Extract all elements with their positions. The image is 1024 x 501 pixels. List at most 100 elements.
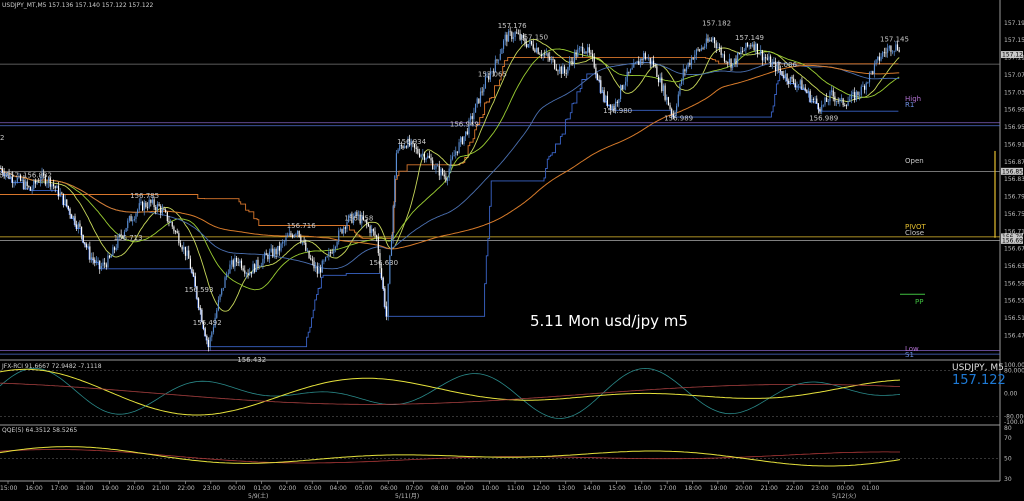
price-label: 156.989 [664,114,693,122]
candle-body [585,51,587,53]
time-tick: 04:00 [330,485,347,492]
candle-body [722,54,724,56]
candle-body [249,272,251,276]
candle-body [652,60,655,66]
candle-body [544,53,546,55]
candle-body [170,222,172,223]
candle-body [71,214,73,219]
candle-body [417,148,419,154]
candle-body [605,95,607,102]
candle-body [882,52,884,57]
candle-body [471,116,473,119]
main-header: USDJPY_MT,M5 157.136 157.140 157.122 157… [2,2,154,9]
price-tick: 156.795 [1004,194,1024,201]
candle-body [723,54,726,62]
candle-body [496,59,498,61]
candle-body [127,220,129,229]
candle-body [804,87,806,91]
candle-body [578,47,580,50]
candle-body [231,260,233,265]
candle-body [842,98,844,106]
candle-body [633,63,635,68]
candle-body [707,38,709,42]
candle-body [821,105,823,112]
candle-body [57,185,60,196]
price-label: 157.150 [519,33,548,41]
candle-body [435,165,437,169]
candle-body [384,288,386,307]
candle-body [56,185,58,189]
candle-body [868,72,871,83]
candle-body [133,219,135,221]
candle-body [303,242,305,243]
candle-body [171,222,173,227]
candle-body [33,180,35,189]
candle-body [710,39,712,41]
candle-body [193,272,195,277]
candle-body [639,58,641,65]
candle-body [572,61,574,64]
candle-body [168,221,170,223]
candle-body [105,264,107,268]
qqe-header: QQE(5) 64.3512 58.5265 [2,427,77,434]
candle-body [313,260,315,269]
candle-body [151,199,154,203]
candle-body [425,157,427,160]
candle-body [184,246,187,256]
candle-body [232,260,234,267]
candle-body [165,209,167,212]
candle-body [146,206,149,208]
price-label: 156.432 [237,356,266,364]
candle-body [892,51,894,53]
price-tick: 156.675 [1004,246,1024,253]
candle-body [23,179,25,189]
price-label: 156.785 [130,192,159,200]
candle-body [793,78,795,84]
date-label: 5/11(月) [395,493,419,500]
candle-body [684,69,686,72]
price-label: 156.716 [287,222,316,230]
candle-body [250,272,252,274]
time-tick: 16:00 [25,485,42,492]
candle-body [107,255,109,268]
candle-body [812,99,815,100]
candle-body [306,250,308,252]
candle-body [320,268,322,273]
candle-body [702,47,704,49]
time-tick: 01:00 [862,485,879,492]
candle-body [807,90,810,93]
candle-body [666,97,668,100]
trading-chart[interactable]: 157.176 157.149 157.145 157.182 157.150 157.0… [0,0,1024,501]
candle-body [588,47,590,53]
candle-body [628,71,630,73]
price-tick: 156.835 [1004,176,1024,183]
candle-body [382,277,384,289]
candle-body [742,51,744,52]
candle-body [216,310,218,318]
candle-body [534,49,536,52]
price-label: 156.832 [23,171,52,179]
candle-body [174,231,177,232]
candle-body [590,52,592,54]
candle-body [455,151,457,156]
date-label: 5/9(土) [248,492,268,500]
candle-body [282,242,284,244]
time-tick: 13:00 [558,485,575,492]
candle-body [669,105,671,109]
candle-body [616,101,618,104]
candle-body [789,77,791,84]
candle-body [631,67,633,70]
candle-body [860,86,862,95]
candle-body [662,85,665,92]
price-tick: 156.915 [1004,141,1024,148]
candle-body [229,264,231,274]
candle-body [857,91,859,96]
candle-body [689,62,691,65]
candle-body [535,47,538,52]
candle-body [54,186,56,189]
candle-body [817,103,819,110]
candle-body [466,131,468,135]
candle-body [661,77,663,92]
candle-body [211,332,213,338]
candle-body [310,258,312,260]
